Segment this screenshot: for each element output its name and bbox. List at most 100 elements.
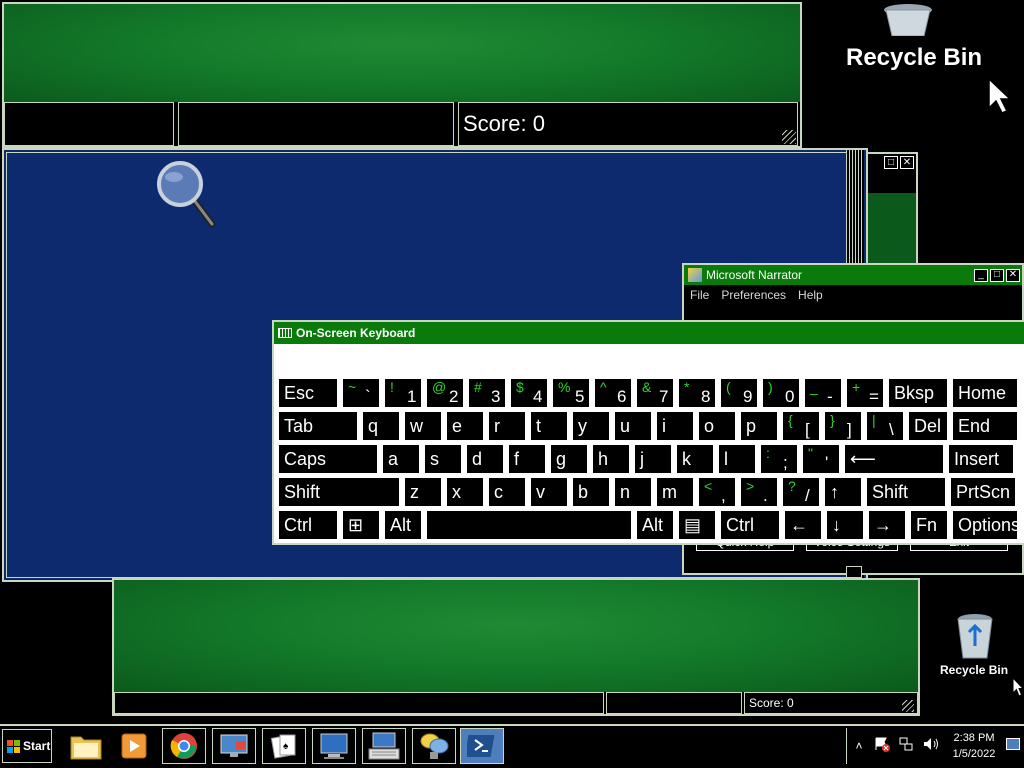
key-6[interactable]: ^ 6 <box>594 378 632 408</box>
key-x[interactable]: x <box>446 477 484 507</box>
key-options[interactable]: Options <box>952 510 1020 540</box>
clock[interactable]: 2:38 PM 1/5/2022 <box>944 730 1004 762</box>
computer-icon[interactable] <box>312 728 356 764</box>
key-m[interactable]: m <box>656 477 694 507</box>
key-sym3-9[interactable]: >. <box>740 477 778 507</box>
key-2[interactable]: @2 <box>426 378 464 408</box>
key-sym2-10[interactable]: :; <box>760 444 798 474</box>
key-sym3-11[interactable]: ↑ <box>824 477 862 507</box>
key-del[interactable]: Del <box>908 411 948 441</box>
key-sym1-11[interactable]: {[ <box>782 411 820 441</box>
close-button[interactable]: ✕ <box>900 156 914 169</box>
key-sym4-9[interactable]: → <box>868 510 906 540</box>
key-fn[interactable]: Fn <box>910 510 948 540</box>
key-l[interactable]: l <box>718 444 756 474</box>
menu-file[interactable]: File <box>690 288 709 302</box>
key-d[interactable]: d <box>466 444 504 474</box>
key-i[interactable]: i <box>656 411 694 441</box>
key-sym3-8[interactable]: <, <box>698 477 736 507</box>
menu-help[interactable]: Help <box>798 288 823 302</box>
key-sym2-11[interactable]: " ' <box>802 444 840 474</box>
key-ctrl[interactable]: Ctrl <box>720 510 780 540</box>
minimize-button[interactable]: _ <box>974 268 988 282</box>
key-sym2-12[interactable]: ⟵ <box>844 444 944 474</box>
key-t[interactable]: t <box>530 411 568 441</box>
key-shift[interactable]: Shift <box>866 477 946 507</box>
key-home[interactable]: Home <box>952 378 1018 408</box>
key-caps[interactable]: Caps <box>278 444 378 474</box>
key-alt[interactable]: Alt <box>636 510 674 540</box>
key-end[interactable]: End <box>952 411 1018 441</box>
key-e[interactable]: e <box>446 411 484 441</box>
key-0[interactable]: ) 0 <box>762 378 800 408</box>
key-o[interactable]: o <box>698 411 736 441</box>
key-5[interactable]: % 5 <box>552 378 590 408</box>
folder-icon[interactable] <box>64 728 108 764</box>
close-button[interactable]: ✕ <box>1006 268 1020 282</box>
key-prtscn[interactable]: PrtScn <box>950 477 1016 507</box>
key-sym0-12[interactable]: _ - <box>804 378 842 408</box>
remote-desktop-icon[interactable] <box>212 728 256 764</box>
key-z[interactable]: z <box>404 477 442 507</box>
show-hidden-icons-icon[interactable]: ˄ <box>852 739 866 753</box>
network-icon[interactable] <box>898 736 914 757</box>
solitaire-icon[interactable]: ♠ <box>262 728 306 764</box>
key-alt[interactable]: Alt <box>384 510 422 540</box>
maximize-button[interactable]: □ <box>884 156 898 169</box>
media-player-icon[interactable] <box>112 728 156 764</box>
key-esc[interactable]: Esc <box>278 378 338 408</box>
maximize-button[interactable]: □ <box>990 268 1004 282</box>
key-y[interactable]: y <box>572 411 610 441</box>
key-j[interactable]: j <box>634 444 672 474</box>
key-k[interactable]: k <box>676 444 714 474</box>
key-space[interactable] <box>426 510 632 540</box>
start-button[interactable]: Start <box>2 729 52 763</box>
show-desktop-icon[interactable] <box>1006 738 1020 750</box>
key-r[interactable]: r <box>488 411 526 441</box>
key-sym4-7[interactable]: ← <box>784 510 822 540</box>
key-1[interactable]: ! 1 <box>384 378 422 408</box>
chrome-icon[interactable] <box>162 728 206 764</box>
key-s[interactable]: s <box>424 444 462 474</box>
key-7[interactable]: & 7 <box>636 378 674 408</box>
key-sym0-1[interactable]: ~ ` <box>342 378 380 408</box>
narrator-resize-grip[interactable] <box>846 566 862 578</box>
recycle-bin-icon[interactable] <box>954 612 996 665</box>
key-tab[interactable]: Tab <box>278 411 358 441</box>
action-center-icon[interactable] <box>874 736 890 757</box>
narrator-app-icon[interactable] <box>412 728 456 764</box>
key-4[interactable]: $4 <box>510 378 548 408</box>
key-p[interactable]: p <box>740 411 778 441</box>
magnifier-icon[interactable] <box>156 160 218 233</box>
key-a[interactable]: a <box>382 444 420 474</box>
key-h[interactable]: h <box>592 444 630 474</box>
key-bksp[interactable]: Bksp <box>888 378 948 408</box>
key-9[interactable]: (9 <box>720 378 758 408</box>
key-v[interactable]: v <box>530 477 568 507</box>
key-sym1-13[interactable]: | \ <box>866 411 904 441</box>
key-sym1-12[interactable]: }] <box>824 411 862 441</box>
resize-grip[interactable] <box>902 700 914 712</box>
key-ctrl[interactable]: Ctrl <box>278 510 338 540</box>
key-shift[interactable]: Shift <box>278 477 400 507</box>
key-w[interactable]: w <box>404 411 442 441</box>
key-f[interactable]: f <box>508 444 546 474</box>
key-n[interactable]: n <box>614 477 652 507</box>
resize-grip[interactable] <box>782 130 796 144</box>
key-8[interactable]: * 8 <box>678 378 716 408</box>
menu-preferences[interactable]: Preferences <box>721 288 786 302</box>
key-insert[interactable]: Insert <box>948 444 1014 474</box>
key-sym4-5[interactable]: ▤ <box>678 510 716 540</box>
key-c[interactable]: c <box>488 477 526 507</box>
key-q[interactable]: q <box>362 411 400 441</box>
key-b[interactable]: b <box>572 477 610 507</box>
recycle-bin-icon-top[interactable] <box>878 2 938 37</box>
keyboard-app-icon[interactable] <box>362 728 406 764</box>
key-sym4-1[interactable]: ⊞ <box>342 510 380 540</box>
key-sym3-10[interactable]: ? / <box>782 477 820 507</box>
powershell-icon[interactable] <box>460 728 504 764</box>
key-u[interactable]: u <box>614 411 652 441</box>
key-sym0-13[interactable]: + = <box>846 378 884 408</box>
key-sym4-8[interactable]: ↓ <box>826 510 864 540</box>
volume-icon[interactable] <box>922 736 940 757</box>
